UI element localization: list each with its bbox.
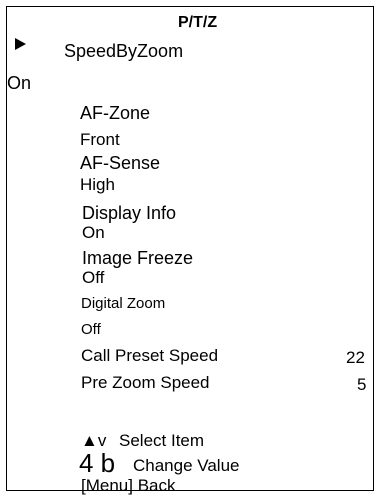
help-change-label: Change Value bbox=[133, 456, 240, 475]
menu-item-display-info[interactable]: Display Info bbox=[82, 204, 176, 222]
menu-item-pre-zoom-speed-value[interactable]: 5 bbox=[357, 376, 366, 393]
menu-title: P/T/Z bbox=[178, 14, 218, 31]
menu-item-digital-zoom-value[interactable]: Off bbox=[81, 322, 101, 337]
menu-item-pre-zoom-speed[interactable]: Pre Zoom Speed bbox=[81, 374, 210, 391]
menu-item-af-sense[interactable]: AF-Sense bbox=[80, 154, 160, 172]
help-select-keys: ▲v bbox=[81, 431, 107, 450]
menu-item-speedbyzoom[interactable]: SpeedByZoom bbox=[64, 42, 183, 60]
menu-item-image-freeze[interactable]: Image Freeze bbox=[82, 249, 193, 267]
menu-item-call-preset-speed-value[interactable]: 22 bbox=[346, 349, 365, 366]
menu-item-af-zone[interactable]: AF-Zone bbox=[80, 104, 150, 122]
menu-item-af-zone-value[interactable]: Front bbox=[80, 131, 120, 148]
help-back: [Menu] Back bbox=[81, 476, 176, 495]
help-change-keys: 4 b bbox=[79, 448, 116, 478]
menu-item-speedbyzoom-value[interactable]: On bbox=[7, 74, 31, 92]
menu-item-af-sense-value[interactable]: High bbox=[80, 176, 115, 193]
menu-item-display-info-value[interactable]: On bbox=[82, 224, 105, 241]
help-select-label: Select Item bbox=[119, 431, 205, 450]
menu-item-digital-zoom[interactable]: Digital Zoom bbox=[81, 296, 165, 311]
menu-item-call-preset-speed[interactable]: Call Preset Speed bbox=[81, 347, 218, 364]
menu-item-image-freeze-value[interactable]: Off bbox=[82, 269, 104, 286]
selection-arrow-icon bbox=[15, 38, 26, 50]
osd-menu-panel: P/T/Z SpeedByZoom On AF-Zone Front AF-Se… bbox=[6, 6, 374, 495]
